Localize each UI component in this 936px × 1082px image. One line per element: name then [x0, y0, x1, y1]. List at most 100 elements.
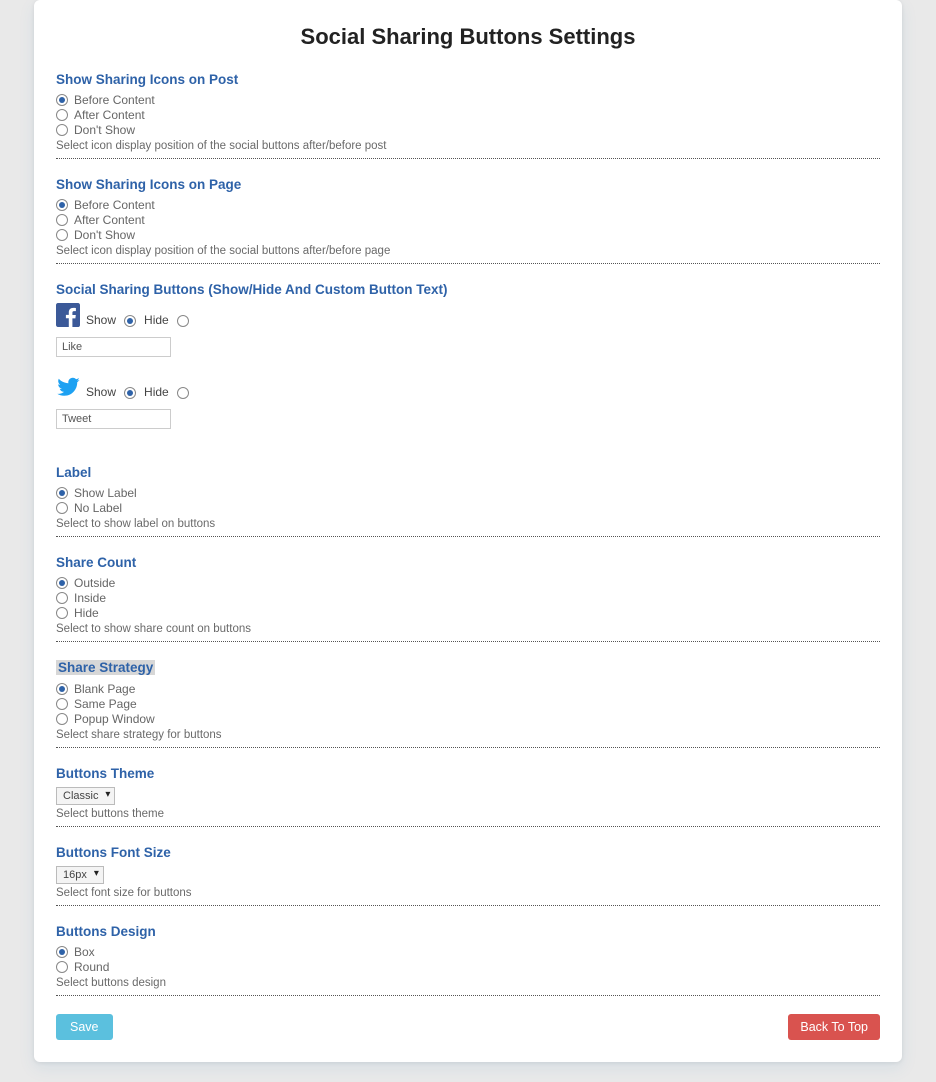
help-text: Select font size for buttons [56, 887, 880, 899]
footer-row: Save Back To Top [56, 1014, 880, 1040]
radio-option[interactable]: Same Page [56, 697, 880, 711]
radio-option[interactable]: Outside [56, 576, 880, 590]
facebook-block: Show Hide [56, 303, 880, 357]
show-label: Show [86, 313, 116, 327]
back-to-top-button[interactable]: Back To Top [788, 1014, 880, 1040]
hide-label: Hide [144, 385, 169, 399]
radio-option[interactable]: After Content [56, 213, 880, 227]
radio-icon[interactable] [56, 229, 68, 241]
radio-icon[interactable] [56, 592, 68, 604]
help-text: Select to show share count on buttons [56, 623, 880, 635]
radio-icon[interactable] [56, 199, 68, 211]
section-title: Show Sharing Icons on Page [56, 177, 880, 192]
divider [56, 641, 880, 642]
radio-icon[interactable] [56, 698, 68, 710]
section-title: Social Sharing Buttons (Show/Hide And Cu… [56, 282, 880, 297]
divider [56, 158, 880, 159]
twitter-block: Show Hide [56, 375, 880, 429]
page-title: Social Sharing Buttons Settings [56, 24, 880, 50]
section-share-strategy: Share Strategy Blank Page Same Page Popu… [56, 660, 880, 741]
radio-label: Same Page [74, 697, 137, 711]
section-title: Show Sharing Icons on Post [56, 72, 880, 87]
radio-label: Round [74, 960, 109, 974]
help-text: Select icon display position of the soci… [56, 245, 880, 257]
section-icons-post: Show Sharing Icons on Post Before Conten… [56, 72, 880, 152]
radio-hide[interactable] [177, 387, 189, 399]
save-button[interactable]: Save [56, 1014, 113, 1040]
radio-option[interactable]: Show Label [56, 486, 880, 500]
help-text: Select buttons theme [56, 808, 880, 820]
radio-label: Show Label [74, 486, 137, 500]
radio-label: Outside [74, 576, 115, 590]
radio-icon[interactable] [56, 607, 68, 619]
radio-option[interactable]: Inside [56, 591, 880, 605]
radio-option[interactable]: Round [56, 960, 880, 974]
radio-label: No Label [74, 501, 122, 515]
help-text: Select buttons design [56, 977, 880, 989]
radio-icon[interactable] [56, 961, 68, 973]
radio-icon[interactable] [56, 214, 68, 226]
divider [56, 905, 880, 906]
radio-option[interactable]: Hide [56, 606, 880, 620]
help-text: Select to show label on buttons [56, 518, 880, 530]
divider [56, 263, 880, 264]
facebook-text-input[interactable] [56, 337, 171, 357]
radio-icon[interactable] [56, 577, 68, 589]
theme-select[interactable]: Classic [56, 787, 115, 805]
radio-label: Don't Show [74, 228, 135, 242]
font-size-select[interactable]: 16px [56, 866, 104, 884]
facebook-icon [56, 303, 80, 327]
section-title: Buttons Design [56, 924, 880, 939]
help-text: Select share strategy for buttons [56, 729, 880, 741]
section-social-buttons: Social Sharing Buttons (Show/Hide And Cu… [56, 282, 880, 429]
radio-label: After Content [74, 213, 145, 227]
section-buttons-font-size: Buttons Font Size 16px Select font size … [56, 845, 880, 899]
section-icons-page: Show Sharing Icons on Page Before Conten… [56, 177, 880, 257]
twitter-row: Show Hide [56, 375, 880, 399]
radio-option[interactable]: Before Content [56, 198, 880, 212]
twitter-icon [56, 375, 80, 399]
radio-option[interactable]: Blank Page [56, 682, 880, 696]
radio-icon[interactable] [56, 124, 68, 136]
divider [56, 995, 880, 996]
radio-label: Before Content [74, 198, 155, 212]
divider [56, 826, 880, 827]
section-label: Label Show Label No Label Select to show… [56, 465, 880, 530]
radio-icon[interactable] [56, 487, 68, 499]
divider [56, 536, 880, 537]
radio-label: Popup Window [74, 712, 155, 726]
radio-label: Inside [74, 591, 106, 605]
radio-icon[interactable] [56, 946, 68, 958]
radio-label: Don't Show [74, 123, 135, 137]
divider [56, 747, 880, 748]
radio-label: After Content [74, 108, 145, 122]
help-text: Select icon display position of the soci… [56, 140, 880, 152]
radio-icon[interactable] [56, 683, 68, 695]
radio-option[interactable]: Box [56, 945, 880, 959]
section-title: Buttons Font Size [56, 845, 880, 860]
radio-label: Hide [74, 606, 99, 620]
section-title: Share Count [56, 555, 880, 570]
radio-option[interactable]: Don't Show [56, 123, 880, 137]
radio-icon[interactable] [56, 502, 68, 514]
radio-label: Box [74, 945, 95, 959]
radio-icon[interactable] [56, 94, 68, 106]
radio-show[interactable] [124, 387, 136, 399]
section-share-count: Share Count Outside Inside Hide Select t… [56, 555, 880, 635]
twitter-text-input[interactable] [56, 409, 171, 429]
hide-label: Hide [144, 313, 169, 327]
radio-label: Before Content [74, 93, 155, 107]
radio-option[interactable]: Popup Window [56, 712, 880, 726]
radio-option[interactable]: Don't Show [56, 228, 880, 242]
radio-option[interactable]: No Label [56, 501, 880, 515]
radio-option[interactable]: Before Content [56, 93, 880, 107]
section-title: Share Strategy [56, 660, 155, 675]
radio-hide[interactable] [177, 315, 189, 327]
radio-icon[interactable] [56, 713, 68, 725]
radio-label: Blank Page [74, 682, 135, 696]
radio-option[interactable]: After Content [56, 108, 880, 122]
radio-show[interactable] [124, 315, 136, 327]
radio-icon[interactable] [56, 109, 68, 121]
section-title: Buttons Theme [56, 766, 880, 781]
section-buttons-theme: Buttons Theme Classic Select buttons the… [56, 766, 880, 820]
